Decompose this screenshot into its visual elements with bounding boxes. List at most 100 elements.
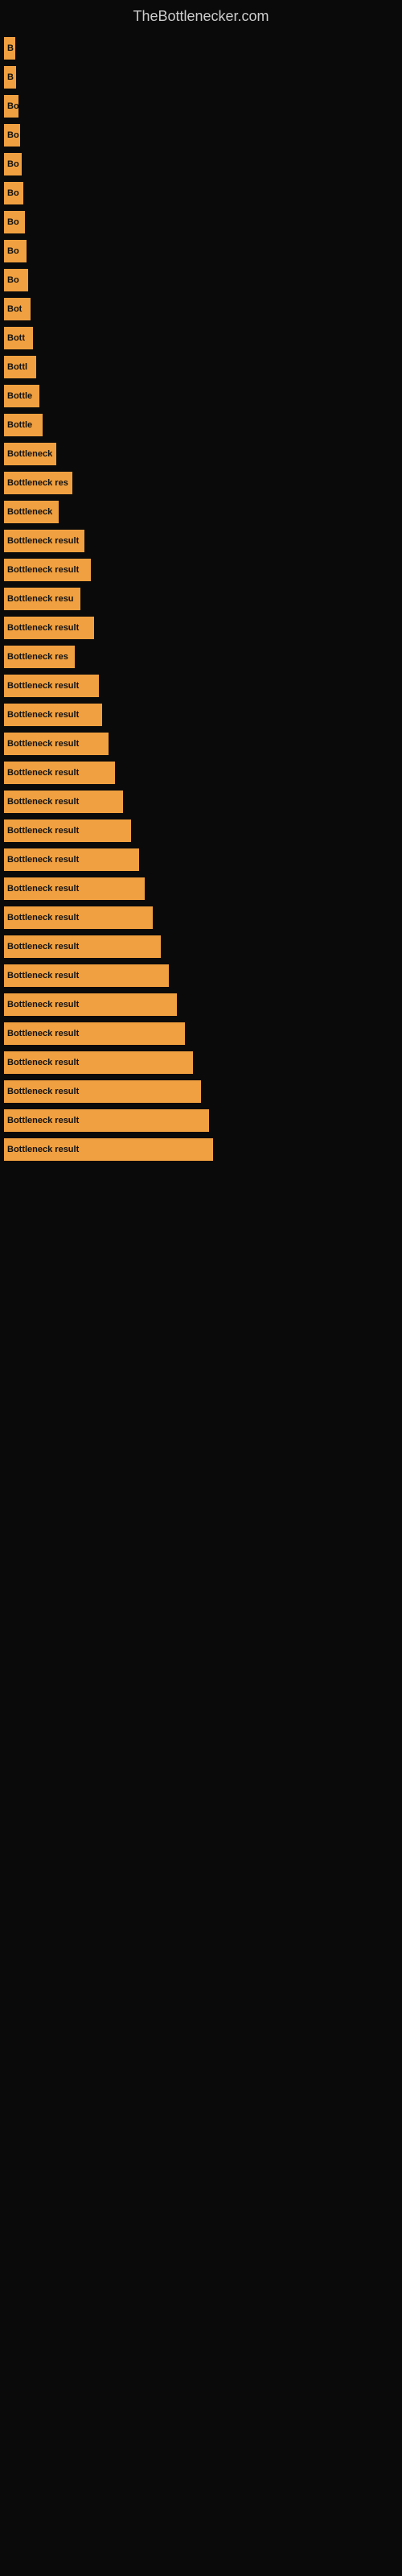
bar-row: Bottleneck res <box>0 646 402 668</box>
bar-item: Bo <box>4 269 28 291</box>
bar-item: Bottleneck result <box>4 877 145 900</box>
bar-label: Bottleneck result <box>7 942 79 952</box>
bar-item: Bottleneck <box>4 443 56 465</box>
bar-label: Bottleneck res <box>7 478 68 488</box>
bar-label: Bo <box>7 159 19 169</box>
bar-label: Bo <box>7 188 19 198</box>
bar-item: Bottleneck result <box>4 906 153 929</box>
bar-item: Bottleneck result <box>4 559 91 581</box>
bar-row: Bo <box>0 124 402 147</box>
bar-label: Bottleneck result <box>7 1087 79 1096</box>
bar-label: B <box>7 72 14 82</box>
bar-label: Bottleneck result <box>7 768 79 778</box>
bar-label: Bottleneck result <box>7 1058 79 1067</box>
bar-row: Bo <box>0 211 402 233</box>
bar-label: Bottleneck result <box>7 623 79 633</box>
bar-label: Bottleneck <box>7 449 52 459</box>
bar-item: Bottleneck result <box>4 964 169 987</box>
bar-item: Bottleneck result <box>4 733 109 755</box>
bar-item: Bot <box>4 298 31 320</box>
bar-row: Bott <box>0 327 402 349</box>
bar-item: Bo <box>4 211 25 233</box>
bar-row: Bottleneck result <box>0 1051 402 1074</box>
bar-item: Bottleneck result <box>4 1022 185 1045</box>
bar-row: Bottle <box>0 414 402 436</box>
bar-label: Bo <box>7 275 19 285</box>
bar-label: Bottleneck result <box>7 739 79 749</box>
bar-label: Bottleneck result <box>7 913 79 923</box>
bar-row: Bo <box>0 269 402 291</box>
bar-label: Bottleneck <box>7 507 52 517</box>
bar-row: Bottleneck result <box>0 819 402 842</box>
bar-row: Bottleneck result <box>0 848 402 871</box>
bar-label: Bo <box>7 246 19 256</box>
bar-row: Bottleneck result <box>0 530 402 552</box>
bar-row: Bo <box>0 95 402 118</box>
bar-item: Bottle <box>4 414 43 436</box>
bar-label: Bottle <box>7 391 32 401</box>
bar-label: Bott <box>7 333 25 343</box>
bar-row: Bottleneck result <box>0 993 402 1016</box>
bar-row: Bo <box>0 240 402 262</box>
bar-item: Bottleneck <box>4 501 59 523</box>
bar-item: Bo <box>4 153 22 175</box>
bar-item: Bottleneck result <box>4 1051 193 1074</box>
bar-row: Bottleneck result <box>0 675 402 697</box>
bar-row: Bot <box>0 298 402 320</box>
bar-label: Bo <box>7 130 19 140</box>
bar-item: Bo <box>4 240 27 262</box>
bar-row: Bottleneck resu <box>0 588 402 610</box>
bar-item: B <box>4 37 15 60</box>
bar-row: Bottleneck result <box>0 791 402 813</box>
bar-label: Bot <box>7 304 22 314</box>
bar-row: B <box>0 37 402 60</box>
bar-label: Bo <box>7 101 18 111</box>
bar-item: Bottleneck resu <box>4 588 80 610</box>
bar-item: Bottleneck result <box>4 848 139 871</box>
bar-row: Bottleneck <box>0 501 402 523</box>
bar-item: Bottleneck result <box>4 791 123 813</box>
bar-item: Bottleneck result <box>4 675 99 697</box>
bar-label: Bottleneck result <box>7 1145 79 1154</box>
bar-label: Bo <box>7 217 19 227</box>
bar-item: Bottl <box>4 356 36 378</box>
bar-item: Bottleneck result <box>4 935 161 958</box>
bar-item: Bottleneck res <box>4 646 75 668</box>
bar-item: Bottleneck result <box>4 1109 209 1132</box>
bars-container: B B Bo Bo Bo Bo Bo Bo Bo Bot Bott Bottl Bottle Bottle… <box>0 37 402 1161</box>
bar-item: Bottleneck result <box>4 617 94 639</box>
bar-row: Bottl <box>0 356 402 378</box>
bar-item: Bottleneck result <box>4 762 115 784</box>
bar-row: B <box>0 66 402 89</box>
bar-label: Bottleneck res <box>7 652 68 662</box>
bar-item: Bo <box>4 182 23 204</box>
bar-item: Bottleneck result <box>4 530 84 552</box>
bar-row: Bottleneck result <box>0 877 402 900</box>
bar-item: Bo <box>4 95 18 118</box>
bar-item: Bott <box>4 327 33 349</box>
bar-label: Bottleneck result <box>7 1029 79 1038</box>
bar-label: Bottleneck result <box>7 971 79 980</box>
bar-label: Bottleneck result <box>7 884 79 894</box>
bar-item: Bottleneck result <box>4 993 177 1016</box>
bar-label: Bottleneck result <box>7 797 79 807</box>
bar-row: Bottleneck res <box>0 472 402 494</box>
bar-item: Bottleneck res <box>4 472 72 494</box>
bar-row: Bottleneck result <box>0 1109 402 1132</box>
bar-label: Bottleneck result <box>7 855 79 865</box>
bar-label: Bottleneck resu <box>7 594 74 604</box>
bar-row: Bottleneck result <box>0 1138 402 1161</box>
bar-label: Bottleneck result <box>7 565 79 575</box>
bar-row: Bottleneck result <box>0 935 402 958</box>
bar-label: Bottleneck result <box>7 536 79 546</box>
bar-row: Bo <box>0 182 402 204</box>
bar-item: Bo <box>4 124 20 147</box>
bar-label: B <box>7 43 14 53</box>
bar-label: Bottleneck result <box>7 710 79 720</box>
bar-item: Bottleneck result <box>4 1080 201 1103</box>
bar-item: B <box>4 66 16 89</box>
bar-row: Bottleneck result <box>0 617 402 639</box>
bar-label: Bottleneck result <box>7 681 79 691</box>
bar-row: Bottleneck result <box>0 733 402 755</box>
bar-label: Bottleneck result <box>7 1000 79 1009</box>
